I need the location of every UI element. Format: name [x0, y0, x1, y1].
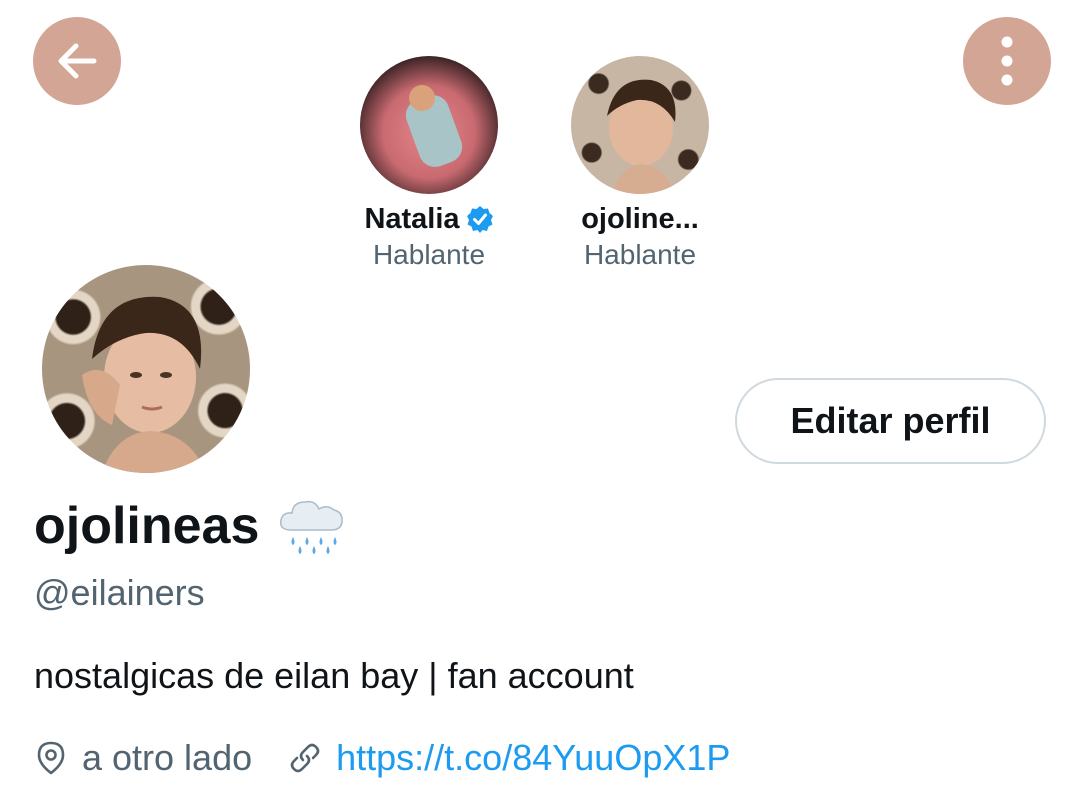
- link-icon: [290, 743, 320, 773]
- speaker-role: Hablante: [583, 239, 697, 270]
- speaker-ojolineas[interactable]: ojoline... Hablante: [540, 56, 740, 274]
- speaker-name: Natalia: [364, 203, 460, 235]
- speaker-avatar: [360, 56, 498, 194]
- display-name-row: ojolineas: [34, 496, 347, 556]
- profile-page: Natalia Hablante ojoline... Hablante Edi…: [0, 0, 1079, 797]
- profile-location: a otro lado: [82, 737, 253, 778]
- profile-handle: @eilainers: [34, 572, 205, 613]
- more-vertical-icon: [1001, 36, 1013, 86]
- display-name: ojolineas: [34, 497, 260, 555]
- profile-url-link[interactable]: https://t.co/84YuuOpX1P: [336, 737, 730, 779]
- back-button[interactable]: [33, 17, 121, 105]
- profile-meta: a otro lado https://t.co/84YuuOpX1P: [34, 737, 730, 779]
- edit-profile-button[interactable]: Editar perfil: [735, 378, 1046, 464]
- arrow-left-icon: [58, 43, 97, 79]
- profile-bio: nostalgicas de eilan bay | fan account: [34, 655, 634, 696]
- speaker-role: Hablante: [372, 239, 486, 270]
- speaker-avatar: [571, 56, 709, 194]
- profile-avatar[interactable]: [38, 261, 254, 477]
- rain-cloud-icon: [280, 500, 344, 554]
- speaker-natalia[interactable]: Natalia Hablante: [329, 56, 529, 274]
- speaker-name: ojoline...: [581, 203, 699, 235]
- more-options-button[interactable]: [963, 17, 1051, 105]
- location-pin-icon: [37, 741, 65, 775]
- verified-badge-icon: [466, 206, 493, 233]
